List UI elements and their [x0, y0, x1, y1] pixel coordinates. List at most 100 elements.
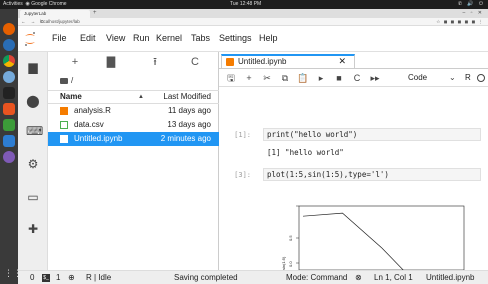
kernel-name[interactable]: R	[465, 72, 471, 84]
copy-icon[interactable]: ⧉	[279, 72, 291, 84]
breadcrumb-root[interactable]: /	[71, 76, 73, 85]
file-browser: + ▇ ⭱ C / Name ▲ Last Modified analysis.…	[48, 52, 219, 270]
new-launcher-button[interactable]: +	[68, 55, 82, 69]
kernel-status-icon	[477, 74, 485, 82]
code-cell[interactable]: print("hello world")	[263, 128, 481, 141]
left-sidebar: ▆ ⬤ ⌨ ⚙ ▭ ✚	[18, 52, 48, 270]
notebook-icon	[60, 135, 68, 143]
folder-icon[interactable]: ▆	[26, 60, 40, 74]
new-tab-button[interactable]: +	[93, 9, 97, 18]
paste-icon[interactable]: 📋	[297, 72, 309, 84]
series-line	[302, 212, 404, 270]
kernel-icon[interactable]: ⊕	[68, 271, 75, 284]
kernels-count[interactable]: 1	[56, 271, 60, 284]
upload-button[interactable]: ⭱	[148, 55, 162, 69]
sort-caret-icon[interactable]: ▲	[138, 91, 144, 103]
menu-settings[interactable]: Settings	[219, 33, 252, 43]
name-column-header[interactable]: Name	[60, 91, 82, 103]
menu-kernel[interactable]: Kernel	[156, 33, 182, 43]
property-inspector-icon[interactable]: ⚙	[26, 157, 40, 171]
menu-file[interactable]: File	[52, 33, 67, 43]
address-bar: ← → C localhost/jupyter/lab ☆ ◼ ◼ ◼ ◼ ◼ …	[18, 18, 488, 26]
folder-icon	[60, 77, 68, 84]
rstudio-icon[interactable]	[3, 71, 15, 83]
plot-frame	[298, 205, 465, 270]
file-row[interactable]: data.csv 13 days ago	[48, 118, 219, 132]
office-icon[interactable]	[3, 119, 15, 131]
file-name: Untitled.ipynb	[74, 134, 123, 143]
file-row-selected[interactable]: Untitled.ipynb 2 minutes ago	[48, 132, 219, 146]
chevron-down-icon[interactable]: ⌄	[449, 72, 456, 84]
file-modified: 11 days ago	[168, 106, 211, 115]
run-all-icon[interactable]: ▸▸	[369, 72, 381, 84]
cell-prompt: [3]:	[234, 171, 251, 179]
run-icon[interactable]: ▸	[315, 72, 327, 84]
file-list-header: Name ▲ Last Modified	[48, 90, 219, 104]
new-folder-button[interactable]: ▇	[104, 55, 118, 69]
cell-type-select[interactable]: Code	[408, 72, 427, 84]
emacs-icon[interactable]	[3, 151, 15, 163]
extension-icons[interactable]: ☆ ◼ ◼ ◼ ◼ ◼ ⋮	[436, 18, 484, 26]
thunderbird-icon[interactable]	[3, 39, 15, 51]
menu-view[interactable]: View	[106, 33, 125, 43]
menu-edit[interactable]: Edit	[80, 33, 96, 43]
add-cell-icon[interactable]: +	[243, 72, 255, 84]
plot-output: 0.5 0.0 sin(1:5)	[281, 205, 465, 270]
firefox-icon[interactable]	[3, 23, 15, 35]
url-input[interactable]: localhost/jupyter/lab	[40, 18, 80, 26]
file-modified: 13 days ago	[167, 120, 211, 129]
chrome-icon[interactable]	[3, 55, 15, 67]
cut-icon[interactable]: ✂	[261, 72, 273, 84]
save-icon[interactable]: 🖫	[225, 72, 237, 84]
activities-label[interactable]: Activities ◉ Google Chrome	[3, 0, 67, 9]
restart-icon[interactable]: C	[351, 72, 363, 84]
y-axis-label: sin(1:5)	[281, 256, 286, 270]
extensions-icon[interactable]: ✚	[26, 222, 40, 236]
save-status: Saving completed	[174, 273, 238, 282]
browser-tab[interactable]: JupyterLab	[20, 10, 90, 18]
terminal-icon[interactable]	[3, 87, 15, 99]
stop-icon[interactable]: ■	[333, 72, 345, 84]
tabs-icon[interactable]: ▭	[26, 190, 40, 204]
file-row[interactable]: analysis.R 11 days ago	[48, 104, 219, 118]
menubar: File Edit View Run Kernel Tabs Settings …	[18, 26, 488, 52]
cell-prompt: [1]:	[234, 131, 251, 139]
window-controls[interactable]: – ▫ ✕	[462, 9, 484, 18]
file-name: data.csv	[74, 120, 104, 129]
modified-column-header[interactable]: Last Modified	[163, 91, 211, 103]
cell-output: [1] "hello world"	[267, 148, 344, 157]
active-file-name: Untitled.ipynb	[426, 273, 475, 282]
refresh-button[interactable]: C	[188, 55, 202, 69]
notebook-tab[interactable]: Untitled.ipynb ✕	[221, 54, 355, 68]
vscode-icon[interactable]	[3, 135, 15, 147]
mode-indicator[interactable]: Mode: Command	[286, 271, 347, 284]
menu-run[interactable]: Run	[133, 33, 150, 43]
file-modified: 2 minutes ago	[160, 134, 211, 143]
terminals-count[interactable]: 0	[30, 271, 34, 284]
jupyter-logo-icon	[25, 32, 35, 46]
status-bar: 0 $_ 1 ⊕ R | Idle Saving completed Mode:…	[18, 270, 488, 284]
file-browser-toolbar: + ▇ ⭱ C	[48, 52, 219, 72]
os-top-bar: Activities ◉ Google Chrome Tue 12:48 PM …	[0, 0, 488, 9]
show-apps-icon[interactable]: ⋮⋮	[4, 268, 22, 278]
files-icon[interactable]	[3, 103, 15, 115]
r-file-icon	[60, 107, 68, 115]
ubuntu-dock: ⋮⋮	[0, 9, 22, 284]
notebook-tab-title: Untitled.ipynb	[238, 57, 287, 66]
running-icon[interactable]: ⬤	[26, 94, 40, 108]
commands-icon[interactable]: ⌨	[26, 124, 43, 138]
notification-icon[interactable]: ⊗	[355, 271, 362, 284]
terminal-icon[interactable]: $_	[42, 271, 50, 284]
kernel-status[interactable]: R | Idle	[86, 271, 111, 284]
breadcrumb[interactable]: /	[60, 76, 73, 85]
notebook-icon	[226, 58, 234, 66]
cursor-position[interactable]: Ln 1, Col 1	[374, 271, 413, 284]
csv-file-icon	[60, 121, 68, 129]
clock[interactable]: Tue 12:48 PM	[230, 0, 261, 9]
system-tray[interactable]: ✆ 🔊 ⏻	[458, 0, 485, 9]
code-cell[interactable]: plot(1:5,sin(1:5),type='l')	[263, 168, 481, 181]
menu-tabs[interactable]: Tabs	[191, 33, 210, 43]
close-icon[interactable]: ✕	[338, 56, 346, 67]
notebook-toolbar: 🖫 + ✂ ⧉ 📋 ▸ ■ C ▸▸ Code ⌄ R	[219, 69, 488, 87]
menu-help[interactable]: Help	[259, 33, 278, 43]
